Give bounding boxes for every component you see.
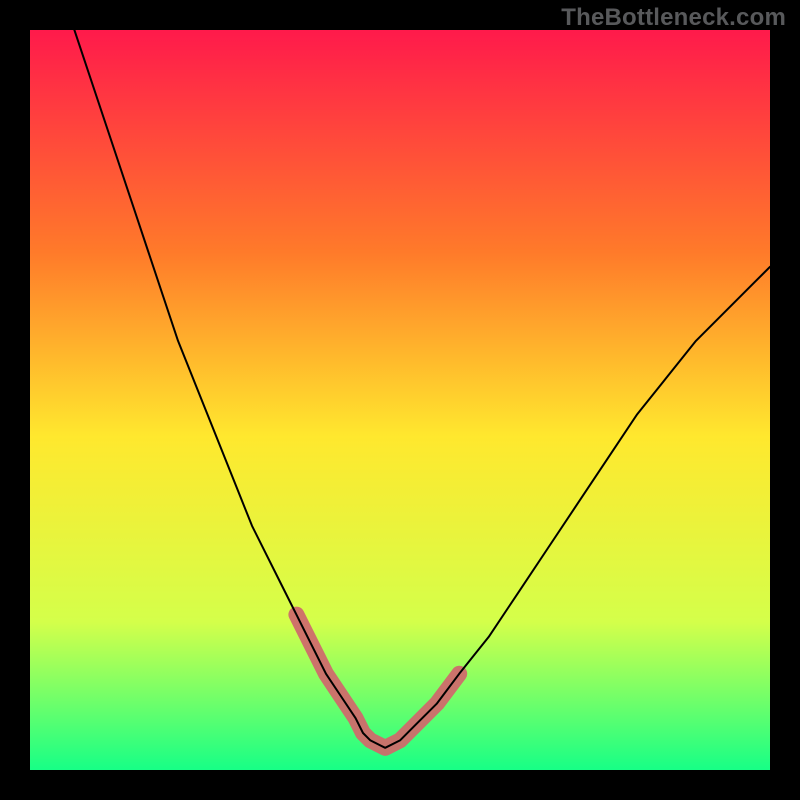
plot-area <box>30 30 770 770</box>
gradient-background <box>30 30 770 770</box>
chart-svg <box>30 30 770 770</box>
chart-frame: TheBottleneck.com <box>0 0 800 800</box>
watermark-text: TheBottleneck.com <box>561 4 786 32</box>
